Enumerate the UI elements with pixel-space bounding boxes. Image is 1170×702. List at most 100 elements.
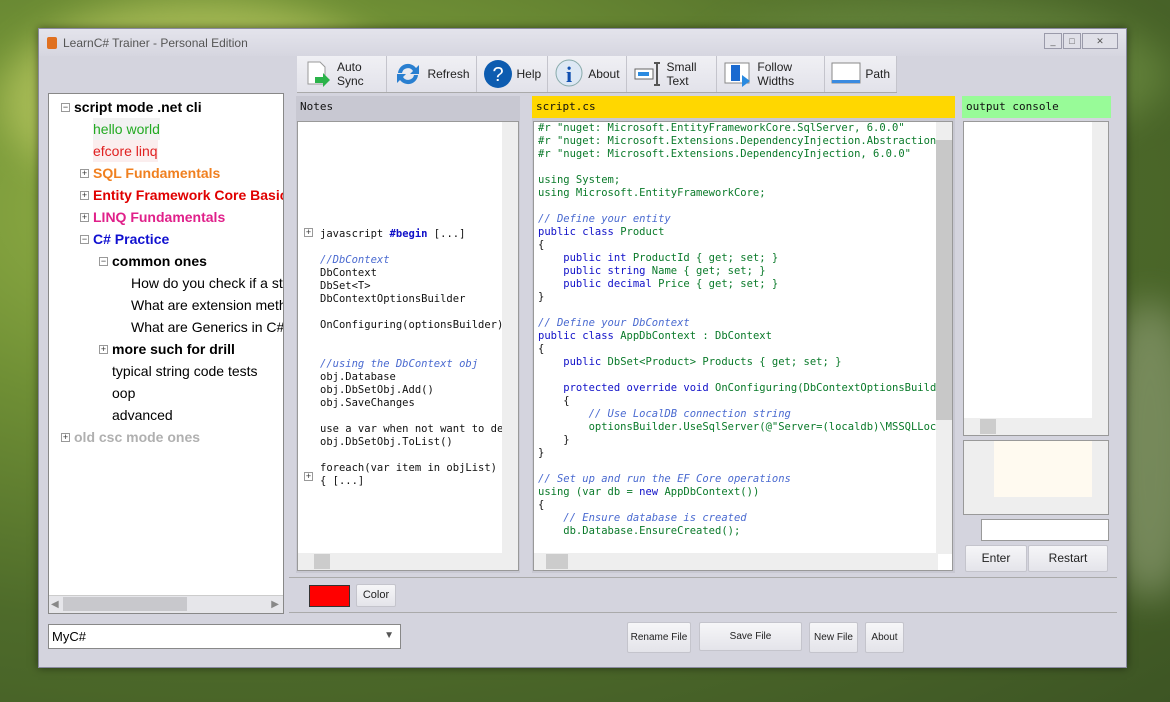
- enter-button[interactable]: Enter: [965, 545, 1027, 572]
- toolbar-path-button[interactable]: Path: [825, 56, 897, 92]
- toolbar-follow-widths-button[interactable]: Follow Widths: [717, 56, 826, 92]
- code-token: DbSet<T>: [320, 280, 371, 292]
- fold-expand-icon[interactable]: +: [304, 472, 313, 481]
- tree-item[interactable]: more such for drill: [112, 338, 235, 360]
- toolbar-label: Help: [516, 67, 542, 81]
- tree-item[interactable]: How do you check if a string: [131, 272, 283, 294]
- about-file-button[interactable]: About: [865, 622, 904, 653]
- toolbar-refresh-button[interactable]: Refresh: [387, 56, 477, 92]
- minimize-button[interactable]: _: [1044, 33, 1062, 49]
- expand-icon[interactable]: +: [61, 433, 70, 442]
- color-swatch[interactable]: [309, 585, 350, 607]
- script-header: script.cs: [532, 96, 955, 118]
- toolbar-label: Path: [865, 67, 890, 81]
- notes-editor[interactable]: javascript #begin [...]//DbContext DbCont…: [297, 121, 519, 571]
- code-line: public DbSet<Product> Products { get; se…: [538, 356, 952, 369]
- tree-item[interactable]: old csc mode ones: [74, 426, 200, 448]
- collapse-icon[interactable]: −: [80, 235, 89, 244]
- code-token: using (var db =: [538, 486, 640, 498]
- toolbar-help-button[interactable]: ? Help: [476, 56, 549, 92]
- code-token: #r "nuget: Microsoft.EntityFrameworkCore…: [538, 122, 905, 134]
- tree-item[interactable]: LINQ Fundamentals: [93, 206, 225, 228]
- code-token: ProductId { get; set; }: [632, 252, 779, 264]
- fold-expand-icon[interactable]: +: [304, 228, 313, 237]
- expand-icon[interactable]: +: [99, 345, 108, 354]
- expand-icon[interactable]: +: [80, 213, 89, 222]
- new-file-button[interactable]: New File: [809, 622, 858, 653]
- code-line: protected override void OnConfiguring(Db…: [538, 382, 952, 395]
- window-title: LearnC# Trainer - Personal Edition: [63, 35, 248, 50]
- collapse-icon[interactable]: −: [61, 103, 70, 112]
- tree-item[interactable]: What are extension methods: [131, 294, 283, 316]
- code-token: protected override void: [538, 382, 716, 394]
- code-token: public string: [538, 265, 652, 277]
- code-line: }: [538, 447, 952, 460]
- toolbar: Auto Sync Refresh? Help i About Small Text Fol…: [297, 56, 897, 93]
- tree-item[interactable]: Entity Framework Core Basics: [93, 184, 283, 206]
- code-token: //DbContext: [320, 254, 390, 266]
- history-horizontal-scrollbar[interactable]: [964, 497, 1108, 514]
- script-editor[interactable]: #r "nuget: Microsoft.EntityFrameworkCore…: [533, 121, 953, 571]
- tree-item[interactable]: SQL Fundamentals: [93, 162, 220, 184]
- toolbar-about-button[interactable]: i About: [548, 56, 627, 92]
- script-horizontal-scrollbar[interactable]: [534, 553, 938, 570]
- output-horizontal-scrollbar[interactable]: [964, 418, 1108, 435]
- tree-item[interactable]: oop: [112, 382, 135, 404]
- notes-header: Notes: [300, 100, 334, 113]
- code-token: {: [538, 499, 545, 511]
- rename-file-button[interactable]: Rename File: [627, 622, 691, 653]
- code-line: {: [538, 239, 952, 252]
- topic-tree[interactable]: ◀ ▶ − script mode .net cli hello world efco…: [48, 93, 284, 614]
- svg-text:i: i: [566, 62, 572, 87]
- collapse-icon[interactable]: −: [99, 257, 108, 266]
- about-info-icon: i: [554, 59, 584, 89]
- expand-icon[interactable]: +: [80, 169, 89, 178]
- output-console[interactable]: [963, 121, 1109, 436]
- code-line: DbContext: [320, 267, 516, 280]
- output-vertical-scrollbar[interactable]: [1092, 122, 1108, 420]
- code-token: {: [538, 239, 545, 251]
- tree-item[interactable]: hello world: [93, 118, 160, 140]
- notes-vertical-scrollbar[interactable]: [502, 122, 518, 554]
- code-token: // Use LocalDB connection string: [538, 408, 791, 420]
- tree-item[interactable]: What are Generics in C#: [131, 316, 283, 338]
- notes-horizontal-scrollbar[interactable]: [298, 553, 518, 570]
- code-token: public: [538, 356, 608, 368]
- path-icon: [831, 59, 861, 89]
- tree-item[interactable]: typical string code tests: [112, 360, 258, 382]
- code-token: obj.SaveChanges: [320, 397, 415, 409]
- code-token: #begin: [389, 228, 428, 240]
- tree-item[interactable]: script mode .net cli: [74, 96, 202, 118]
- save-file-button[interactable]: Save File: [699, 622, 802, 651]
- tree-horizontal-scrollbar[interactable]: ◀ ▶: [49, 595, 283, 613]
- code-line: // Ensure database is created: [538, 512, 952, 525]
- close-button[interactable]: ✕: [1082, 33, 1118, 49]
- refresh-icon: [393, 59, 423, 89]
- console-input[interactable]: [981, 519, 1109, 541]
- tree-item[interactable]: advanced: [112, 404, 173, 426]
- file-select-value: MyC#: [52, 629, 86, 644]
- script-vertical-scrollbar[interactable]: [936, 122, 952, 554]
- restart-button[interactable]: Restart: [1028, 545, 1108, 572]
- code-line: {: [538, 343, 952, 356]
- tree-item[interactable]: C# Practice: [93, 228, 169, 250]
- toolbar-small-text-button[interactable]: Small Text: [626, 56, 718, 92]
- maximize-button[interactable]: □: [1063, 33, 1081, 49]
- code-line: DbSet<T>: [320, 280, 516, 293]
- toolbar-label: About: [588, 67, 620, 81]
- code-line: public int ProductId { get; set; }: [538, 252, 952, 265]
- color-button[interactable]: Color: [356, 584, 396, 607]
- code-line: public class Product: [538, 226, 952, 239]
- tree-item[interactable]: common ones: [112, 250, 207, 272]
- toolbar-auto-sync-button[interactable]: Auto Sync: [297, 56, 388, 92]
- file-select[interactable]: MyC# ▼: [48, 624, 401, 649]
- expand-icon[interactable]: +: [80, 191, 89, 200]
- code-token: use a var when not want to deal: [320, 423, 516, 435]
- input-history[interactable]: [963, 440, 1109, 515]
- tree-item[interactable]: efcore linq: [93, 140, 158, 162]
- code-line: using (var db = new AppDbContext()): [538, 486, 952, 499]
